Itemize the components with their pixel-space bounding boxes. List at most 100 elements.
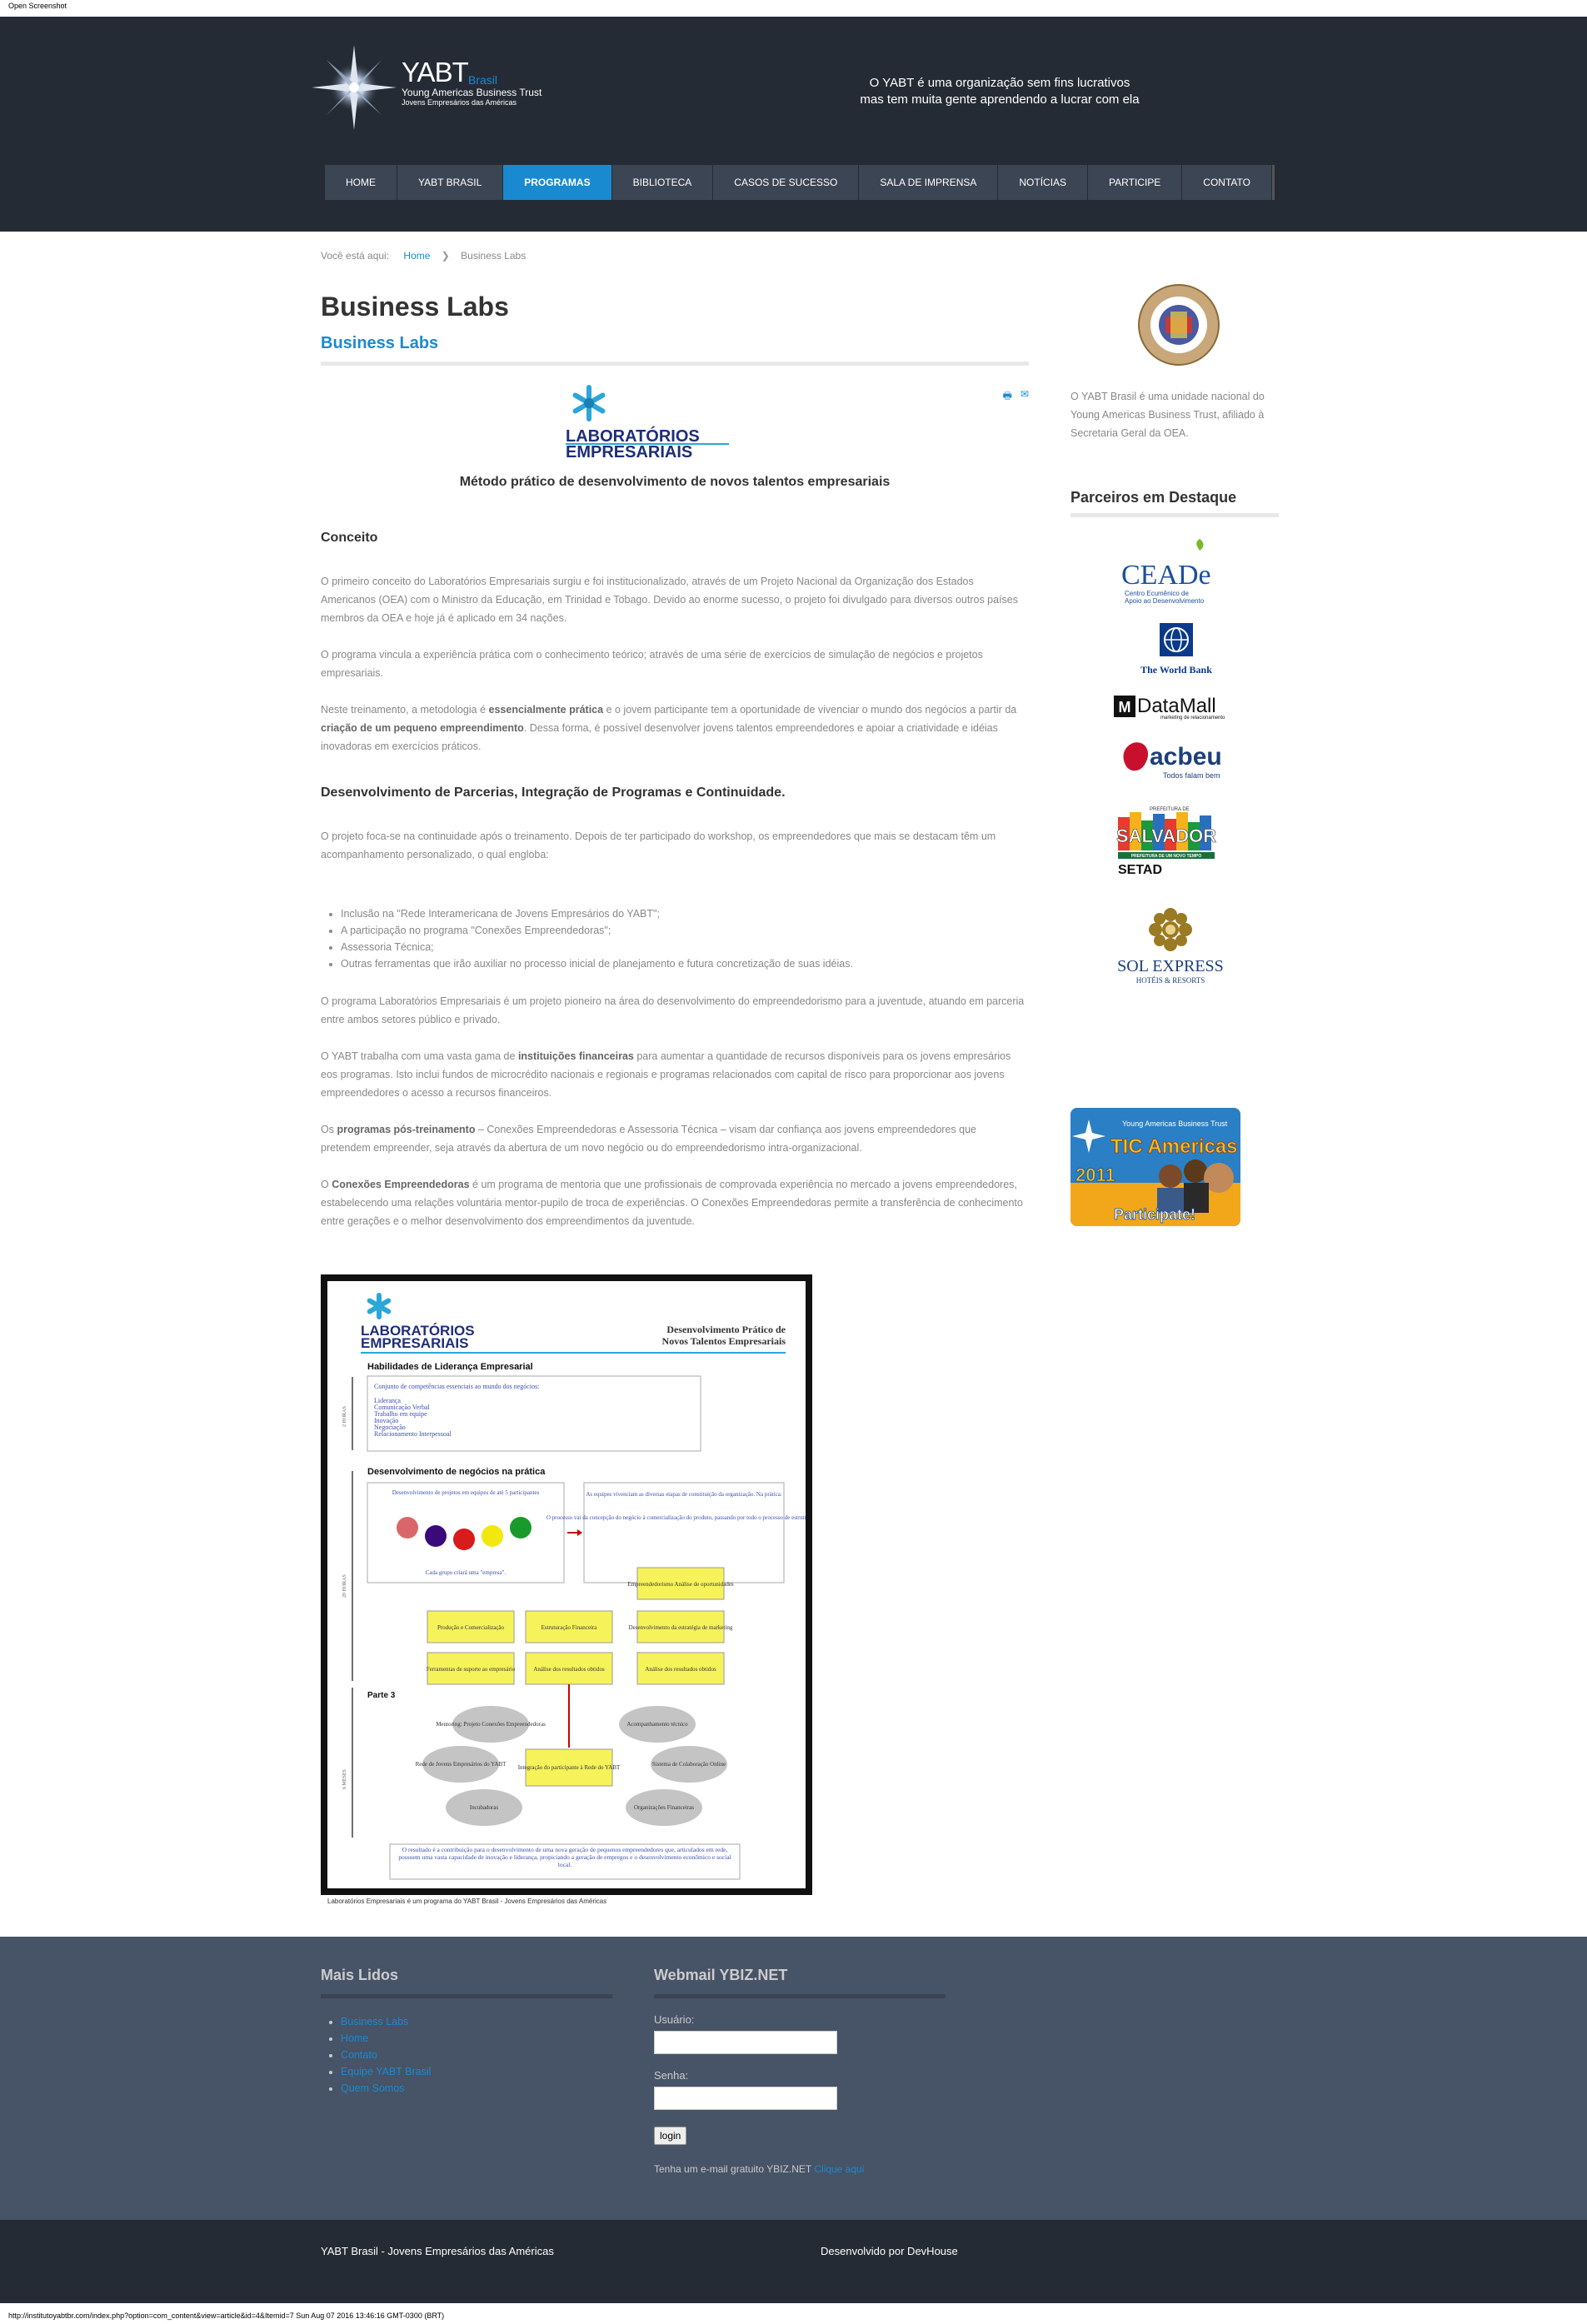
nav-casos-de-sucesso[interactable]: CASOS DE SUCESSO	[713, 165, 860, 200]
diagram-box-b-text-1: As equipes vivenciam as diversas etapas …	[586, 1491, 782, 1498]
username-input[interactable]	[654, 2031, 837, 2054]
most-read-link[interactable]: Home	[341, 2030, 612, 2047]
sol-express-name: SOL EXPRESS	[1117, 957, 1224, 975]
partner-worldbank-logo[interactable]: The World Bank	[1116, 620, 1279, 684]
ceade-sub-2: Apoio ao Desenvolvimento	[1125, 597, 1205, 605]
partner-acbeu-logo[interactable]: acbeu Todos falam bem	[1116, 736, 1279, 787]
diagram-section-3-title: Parte 3	[367, 1691, 396, 1700]
partner-salvador-logo[interactable]: PREFEITURA DE SALVADOR PREFEITURA DE UM …	[1116, 804, 1279, 891]
main-content: Business Labs Business Labs 🖶 ✉ LABORATÓ…	[321, 292, 1029, 1905]
diagram-time-label-1: 2 HORAS	[342, 1406, 347, 1427]
most-read-link[interactable]: Equipe YABT Brasil	[341, 2063, 612, 2080]
paragraph-2: O programa vincula a experiência prática…	[321, 649, 983, 679]
acbeu-sub: Todos falam bem	[1163, 771, 1220, 780]
tic-cta: Participate!	[1114, 1206, 1195, 1223]
method-title: Método prático de desenvolvimento de nov…	[459, 475, 891, 489]
diagram-node-online: Sistema de Colaboração Online	[652, 1761, 726, 1768]
diagram-node-incubators: Incubadoras	[470, 1804, 498, 1811]
follow-up-list: Inclusão na "Rede Interamericana de Jove…	[341, 905, 1029, 972]
nav-home[interactable]: HOME	[325, 165, 397, 200]
site-header: YABT Brasil Young Americas Business Trus…	[0, 17, 1587, 232]
program-flowchart: LABORATÓRIOS EMPRESARIAIS Desenvolviment…	[342, 1293, 821, 1880]
breadcrumb-home-link[interactable]: Home	[403, 250, 430, 262]
diagram-box-a: Desenvolvimento de projetos em equipes d…	[392, 1489, 540, 1496]
article-title-link[interactable]: Business Labs	[321, 334, 1029, 366]
browser-status-line: http://institutoyabtbr.com/index.php?opt…	[8, 2312, 445, 2320]
diagram-step-finance: Estruturação Financeira	[541, 1624, 598, 1631]
nav-contato[interactable]: CONTATO	[1182, 165, 1272, 200]
diagram-center-integration: Integração do participante à Rede do YAB…	[518, 1764, 621, 1771]
oas-affiliation-text: O YABT Brasil é uma unidade nacional do …	[1070, 391, 1265, 439]
username-label: Usuário:	[654, 2013, 695, 2026]
section-parcerias-heading: Desenvolvimento de Parcerias, Integração…	[321, 785, 786, 800]
login-button[interactable]: login	[654, 2127, 687, 2145]
paragraph-4: O projeto foca-se na continuidade após o…	[321, 830, 996, 860]
paragraph-8: O Conexões Empreendedoras é um programa …	[321, 1179, 1023, 1227]
webmail-signup-link[interactable]: Clique aqui	[814, 2163, 864, 2175]
acbeu-name: acbeu	[1150, 743, 1222, 771]
yabt-star-logo-icon[interactable]	[310, 43, 398, 132]
webmail-note: Tenha um e-mail gratuito YBIZ.NET Clique…	[654, 2163, 865, 2175]
breadcrumb-separator-icon: ❯	[441, 250, 450, 262]
tagline-line-2: mas tem muita gente aprendendo a lucrar …	[860, 92, 1140, 107]
print-icon[interactable]: 🖶	[1003, 388, 1012, 406]
logo-subtitle: Young Americas Business Trust	[402, 87, 542, 98]
diagram-step-marketing: Desenvolvimento da estratégia de marketi…	[629, 1624, 733, 1631]
svg-text:M: M	[1119, 699, 1131, 716]
diagram-step-tools: Ferramentas de suporte ao empresário	[427, 1666, 516, 1673]
most-read-list: Business Labs Home Contato Equipe YABT B…	[341, 2013, 612, 2097]
ceade-name: CEADe	[1121, 560, 1211, 591]
salvador-sub: PREFEITURA DE UM NOVO TEMPO	[1131, 854, 1202, 859]
logo-subtitle-pt: Jovens Empresários das Américas	[402, 98, 517, 107]
password-input[interactable]	[654, 2087, 837, 2110]
tic-top-text: Young Americas Business Trust	[1122, 1120, 1228, 1128]
most-read-module: Mais Lidos Business Labs Home Contato Eq…	[321, 1967, 612, 2097]
webmail-module: Webmail YBIZ.NET Usuário: Senha: login T…	[654, 1967, 946, 2175]
datamall-sub: marketing de relacionamento	[1160, 716, 1225, 721]
password-label: Senha:	[654, 2069, 689, 2082]
diagram-header-right-2: Novos Talentos Empresariais	[662, 1335, 786, 1347]
tic-title: TIC Americas	[1110, 1135, 1238, 1158]
leaf-icon	[1196, 539, 1204, 551]
nav-biblioteca[interactable]: BIBLIOTECA	[611, 165, 714, 200]
list-item: Assessoria Técnica;	[341, 939, 1029, 955]
diagram-snowflake-icon	[367, 1293, 392, 1319]
partners-title: Parceiros em Destaque	[1070, 489, 1279, 517]
most-read-link[interactable]: Business Labs	[341, 2013, 612, 2030]
nav-programas[interactable]: PROGRAMAS	[503, 165, 612, 200]
paragraph-7: Os programas pós-treinamento – Conexões …	[321, 1124, 976, 1154]
webmail-title: Webmail YBIZ.NET	[654, 1967, 946, 1998]
tagline-line-1: O YABT é uma organização sem fins lucrat…	[869, 76, 1130, 90]
datamall-name: DataMall	[1137, 695, 1216, 717]
page-title: Business Labs	[321, 292, 509, 322]
partner-ceade-logo[interactable]: CEADe Centro Ecumênico de Apoio ao Desen…	[1116, 536, 1279, 616]
logo-line-2: EMPRESARIAIS	[566, 443, 692, 460]
nav-noticias[interactable]: NOTÍCIAS	[998, 165, 1089, 200]
most-read-link[interactable]: Quem Somos	[341, 2080, 612, 2097]
breadcrumb-current: Business Labs	[461, 250, 527, 262]
diagram-step-opportunities: Empreendedorismo Análise de oportunidade…	[627, 1581, 734, 1588]
nav-yabt-brasil[interactable]: YABT BRASIL	[397, 165, 504, 200]
tic-americas-banner[interactable]: Young Americas Business Trust TIC Americ…	[1070, 1108, 1240, 1226]
oas-seal-icon[interactable]	[1137, 283, 1220, 367]
partner-datamall-logo[interactable]: M DataMall marketing de relacionamento	[1112, 689, 1279, 726]
diagram-logo-line-2: EMPRESARIAIS	[361, 1335, 468, 1351]
most-read-title: Mais Lidos	[321, 1967, 612, 1998]
nav-participe[interactable]: PARTICIPE	[1088, 165, 1183, 200]
nav-sala-de-imprensa[interactable]: SALA DE IMPRENSA	[859, 165, 999, 200]
header-tagline: O YABT é uma organização sem fins lucrat…	[858, 75, 1141, 108]
ceade-sub-1: Centro Ecumênico de	[1125, 590, 1189, 597]
laboratorios-empresariais-logo: LABORATÓRIOS EMPRESARIAIS	[566, 385, 729, 460]
partner-sol-express-logo[interactable]: SOL EXPRESS HOTÉIS & RESORTS	[1116, 903, 1279, 999]
email-icon[interactable]: ✉	[1021, 388, 1029, 406]
tic-year: 2011	[1075, 1164, 1115, 1185]
article-tools: 🖶 ✉	[1003, 388, 1029, 406]
article-body: Conceito O primeiro conceito do Laborató…	[321, 529, 1029, 1249]
diagram-step-production: Produção e Comercialização	[437, 1624, 505, 1631]
diagram-time-label-2: 20 HORAS	[342, 1574, 347, 1598]
main-nav: HOME YABT BRASIL PROGRAMAS BIBLIOTECA CA…	[325, 165, 1275, 200]
browser-top-label: Open Screenshot	[0, 0, 1587, 17]
list-item: Inclusão na "Rede Interamericana de Jove…	[341, 905, 1029, 922]
sun-flower-icon	[1149, 908, 1192, 951]
most-read-link[interactable]: Contato	[341, 2047, 612, 2063]
